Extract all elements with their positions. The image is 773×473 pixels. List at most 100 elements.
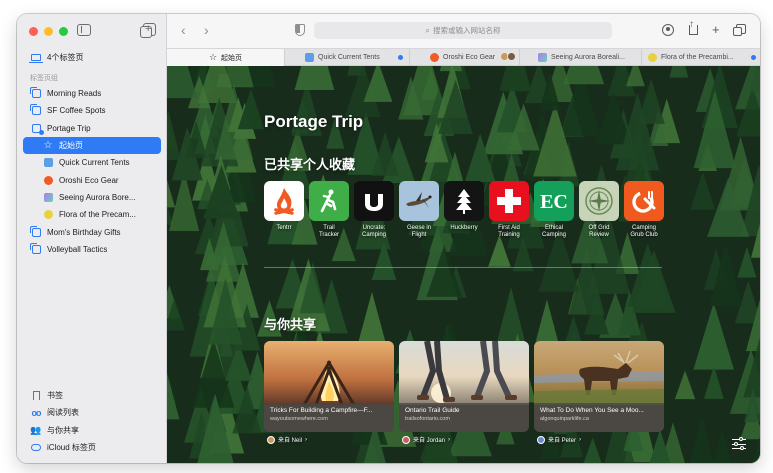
favorite-grub-club[interactable]: Camping Grub Club xyxy=(624,181,664,239)
forward-button[interactable]: › xyxy=(204,23,214,37)
sidebar-item-label: Seeing Aurora Bore... xyxy=(59,193,136,202)
sidebar-item-sf-coffee-spots[interactable]: SF Coffee Spots xyxy=(23,102,161,119)
shared-from-label: 来自 Peter xyxy=(548,438,577,444)
sidebar-item-seeing-aurora[interactable]: Seeing Aurora Bore... xyxy=(23,189,161,206)
sidebar-item-bookmarks[interactable]: 书签 xyxy=(23,387,161,404)
sidebar-item-moms-birthday[interactable]: Mom's Birthday Gifts xyxy=(23,224,161,241)
customize-start-page-icon[interactable] xyxy=(732,437,746,450)
shared-from-label: 来自 Neil xyxy=(278,438,303,444)
tab-label: 起始页 xyxy=(221,54,243,62)
shared-from-link[interactable]: 来自 Neil › xyxy=(267,435,307,444)
tab-overview-icon[interactable] xyxy=(733,24,746,36)
sidebar-item-label: Mom's Birthday Gifts xyxy=(47,228,121,237)
svg-text:EC: EC xyxy=(540,191,568,213)
card-info: Tricks For Building a Campfire—F... wayo… xyxy=(264,403,394,432)
favorite-trail-tracker[interactable]: Trail Tracker xyxy=(309,181,349,239)
shared-card[interactable]: Ontario Trail Guide trailsofontario.com xyxy=(399,341,529,432)
sidebar-item-label: 4个标签页 xyxy=(47,53,84,62)
favorite-label: Uncrate: Camping xyxy=(361,225,386,238)
tab-seeing-aurora[interactable]: Seeing Aurora Boreali... xyxy=(520,49,642,66)
shared-card[interactable]: What To Do When You See a Moo... algonqu… xyxy=(534,341,664,432)
sidebar-toggle-icon[interactable] xyxy=(77,24,91,36)
sidebar-item-portage-trip[interactable]: Portage Trip xyxy=(23,120,161,137)
moose-image xyxy=(534,341,664,405)
favorite-off-grid[interactable]: Off Grid Review xyxy=(579,181,619,239)
favorite-label: Off Grid Review xyxy=(588,225,610,238)
sidebar-item-label: Quick Current Tents xyxy=(59,158,130,167)
address-bar-placeholder: 搜索或输入网站名称 xyxy=(432,26,501,35)
tab-group-icon xyxy=(29,104,41,116)
sidebar-item-morning-reads[interactable]: Morning Reads xyxy=(23,85,161,102)
off-grid-icon xyxy=(579,181,619,221)
section-divider xyxy=(264,267,662,268)
tab-flora[interactable]: Flora of the Precambi... xyxy=(642,49,760,66)
sidebar-item-label: Portage Trip xyxy=(47,124,91,133)
tab-quick-current-tents[interactable]: Quick Current Tents xyxy=(285,49,410,66)
sidebar-item-shared-with-you[interactable]: 👥 与你共享 xyxy=(23,422,161,439)
sidebar-section-title: 标签页组 xyxy=(30,75,58,82)
flora-favicon xyxy=(648,53,657,62)
card-url: algonquinparklife.ca xyxy=(540,416,589,422)
shared-from-link[interactable]: 来自 Peter › xyxy=(537,435,581,444)
sidebar-item-start-page[interactable]: ☆ 起始页 xyxy=(23,137,161,154)
star-icon: ☆ xyxy=(43,139,53,151)
sidebar-item-oroshi-eco-gear[interactable]: Oroshi Eco Gear xyxy=(23,172,161,189)
tab-group-icon xyxy=(29,243,41,255)
card-info: What To Do When You See a Moo... algonqu… xyxy=(534,403,664,432)
shared-cards: Tricks For Building a Campfire—F... wayo… xyxy=(264,341,664,432)
avatar xyxy=(537,435,545,444)
sidebar-item-label: 与你共享 xyxy=(47,426,79,435)
bookmark-icon xyxy=(31,391,41,401)
sidebar-item-quick-current-tents[interactable]: Quick Current Tents xyxy=(23,154,161,171)
favorite-label: First Aid Training xyxy=(498,225,520,238)
search-icon: ⌕ xyxy=(425,25,430,35)
card-title: Ontario Trail Guide xyxy=(405,407,460,414)
sidebar-item-label: Flora of the Precam... xyxy=(59,210,136,219)
sidebar-item-reading-list[interactable]: oo 阅读列表 xyxy=(23,404,161,421)
card-info: Ontario Trail Guide trailsofontario.com xyxy=(399,403,529,432)
share-icon[interactable] xyxy=(689,19,698,35)
shared-from-link[interactable]: 来自 Jordan › xyxy=(402,435,450,444)
address-bar[interactable]: ⌕ 搜索或输入网站名称 xyxy=(314,22,612,39)
trail-hikers-image xyxy=(399,341,529,405)
ethical-camping-icon: EC xyxy=(534,181,574,221)
favorite-huckberry[interactable]: Huckberry xyxy=(444,181,484,239)
new-tab-group-icon[interactable] xyxy=(140,22,156,38)
reading-list-icon: oo xyxy=(31,407,42,418)
sidebar-item-flora[interactable]: Flora of the Precam... xyxy=(23,206,161,223)
page-title: Portage Trip xyxy=(264,112,364,131)
sidebar-item-label: 阅读列表 xyxy=(47,408,79,417)
favorite-geese-in-flight[interactable]: Geese in Flight xyxy=(399,181,439,239)
sidebar-item-label: 起始页 xyxy=(59,141,83,150)
favorite-tentrr[interactable]: Tentrr xyxy=(264,181,304,239)
sidebar-item-label: Oroshi Eco Gear xyxy=(59,176,119,185)
tab-start-page[interactable]: ☆ 起始页 xyxy=(167,49,285,66)
chevron-right-icon: › xyxy=(579,436,582,443)
aurora-favicon xyxy=(43,193,53,203)
close-window-button[interactable] xyxy=(29,27,38,36)
sidebar-item-volleyball[interactable]: Volleyball Tactics xyxy=(23,241,161,258)
new-tab-button[interactable]: + xyxy=(712,22,720,38)
minimize-window-button[interactable] xyxy=(44,27,53,36)
favorite-first-aid[interactable]: First Aid Training xyxy=(489,181,529,239)
safari-window: 4个标签页 标签页组 Morning Reads SF Coffee Spots… xyxy=(17,14,760,463)
zoom-window-button[interactable] xyxy=(59,27,68,36)
tab-oroshi-eco-gear[interactable]: Oroshi Eco Gear xyxy=(410,49,520,66)
tab-group-participants-icon[interactable] xyxy=(662,24,674,36)
favorite-label: Ethical Camping xyxy=(541,225,566,238)
favorite-label: Tentrr xyxy=(276,225,292,231)
tab-label: Quick Current Tents xyxy=(318,54,380,61)
shared-card[interactable]: Tricks For Building a Campfire—F... wayo… xyxy=(264,341,394,432)
favorite-uncrate[interactable]: Uncrate: Camping xyxy=(354,181,394,239)
start-page: Portage Trip 已共享个人收藏 Tentrr Trail Tracke… xyxy=(167,66,760,463)
back-button[interactable]: ‹ xyxy=(181,23,191,37)
shared-with-you-heading: 与你共享 xyxy=(264,317,317,332)
sidebar-item-tabs[interactable]: 4个标签页 xyxy=(23,49,161,66)
sidebar-item-icloud-tabs[interactable]: iCloud 标签页 xyxy=(23,439,161,456)
favorite-label: Trail Tracker xyxy=(318,225,340,238)
favorite-ethical-camping[interactable]: EC Ethical Camping xyxy=(534,181,574,239)
unread-indicator xyxy=(398,55,403,60)
privacy-report-icon[interactable] xyxy=(295,24,305,36)
first-aid-icon xyxy=(489,181,529,221)
favorites-grid: Tentrr Trail Tracker Uncrate: Camping Ge… xyxy=(264,181,664,239)
